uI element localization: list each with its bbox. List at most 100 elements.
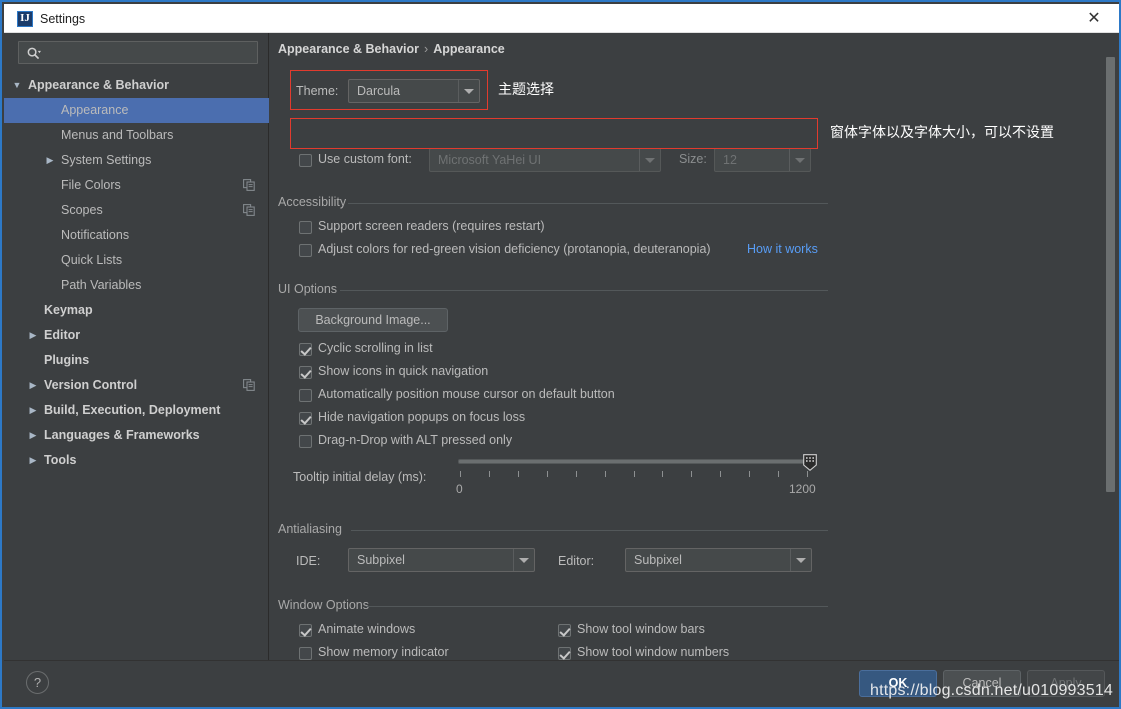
show-icons-quick-nav-checkbox[interactable]	[299, 366, 312, 379]
support-screen-readers-checkbox[interactable]	[299, 221, 312, 234]
sidebar-item-label: Notifications	[61, 228, 130, 242]
close-icon[interactable]: ✕	[1073, 4, 1115, 33]
chevron-down-icon	[789, 149, 810, 171]
chevron-down-icon[interactable]: ▼	[10, 73, 24, 98]
sidebar-item-menus-and-toolbars[interactable]: Menus and Toolbars	[4, 123, 269, 148]
sidebar-item-label: Scopes	[61, 203, 103, 217]
copy-settings-icon[interactable]	[243, 379, 255, 391]
editor-antialiasing-select[interactable]: Subpixel	[625, 548, 812, 572]
sidebar-item-appearance[interactable]: Appearance	[4, 98, 269, 123]
animate-windows-checkbox[interactable]	[299, 624, 312, 637]
ide-antialiasing-select[interactable]: Subpixel	[348, 548, 535, 572]
show-tool-window-numbers-checkbox[interactable]	[558, 647, 571, 660]
copy-settings-icon[interactable]	[243, 179, 255, 191]
breadcrumb-separator: ›	[424, 42, 429, 56]
cyclic-scrolling-checkbox[interactable]	[299, 343, 312, 356]
hide-nav-popups-label: Hide navigation popups on focus loss	[318, 410, 526, 424]
theme-select[interactable]: Darcula	[348, 79, 480, 103]
background-image-button[interactable]: Background Image...	[298, 308, 448, 332]
copy-settings-icon[interactable]	[243, 204, 255, 216]
sidebar-item-label: Quick Lists	[61, 253, 123, 267]
title-bar: IJ Settings ✕	[4, 4, 1119, 33]
show-memory-indicator-checkbox[interactable]	[299, 647, 312, 660]
tooltip-delay-slider-thumb[interactable]	[803, 454, 817, 471]
section-divider	[348, 203, 828, 204]
cyclic-scrolling-label: Cyclic scrolling in list	[318, 341, 433, 355]
slider-tick	[604, 471, 606, 477]
chevron-right-icon[interactable]: ▶	[43, 148, 57, 173]
sidebar-item-path-variables[interactable]: Path Variables	[4, 273, 269, 298]
slider-tick	[778, 471, 780, 477]
sidebar-item-file-colors[interactable]: File Colors	[4, 173, 269, 198]
show-icons-quick-nav-label: Show icons in quick navigation	[318, 364, 489, 378]
sidebar-item-scopes[interactable]: Scopes	[4, 198, 269, 223]
sidebar-item-build-execution-deployment[interactable]: ▶ Build, Execution, Deployment	[4, 398, 269, 423]
main-scrollbar[interactable]	[1105, 33, 1116, 664]
font-size-select[interactable]: 12	[714, 148, 811, 172]
font-size-value: 12	[723, 153, 737, 167]
tooltip-delay-label: Tooltip initial delay (ms):	[293, 470, 427, 484]
auto-position-cursor-label: Automatically position mouse cursor on d…	[318, 387, 615, 401]
sidebar-item-label: Menus and Toolbars	[61, 128, 174, 142]
sidebar-item-label: File Colors	[61, 178, 121, 192]
slider-tick	[460, 471, 461, 477]
slider-tick	[662, 471, 664, 477]
ide-antialiasing-label: IDE:	[296, 554, 321, 568]
sidebar-item-editor[interactable]: ▶ Editor	[4, 323, 269, 348]
help-icon[interactable]: ?	[26, 671, 49, 694]
how-it-works-link[interactable]: How it works	[747, 242, 818, 256]
tooltip-delay-slider[interactable]	[458, 459, 810, 464]
custom-font-select[interactable]: Microsoft YaHei UI	[429, 148, 661, 172]
use-custom-font-checkbox[interactable]	[299, 154, 312, 167]
editor-antialiasing-value: Subpixel	[634, 553, 682, 567]
sidebar-item-tools[interactable]: ▶ Tools	[4, 448, 269, 473]
hide-nav-popups-checkbox[interactable]	[299, 412, 312, 425]
search-icon	[27, 47, 41, 60]
sidebar-item-system-settings[interactable]: ▶ System Settings	[4, 148, 269, 173]
sidebar-item-appearance-behavior[interactable]: ▼ Appearance & Behavior	[4, 73, 269, 98]
auto-position-cursor-checkbox[interactable]	[299, 389, 312, 402]
chevron-right-icon[interactable]: ▶	[26, 323, 40, 348]
sidebar-item-languages-frameworks[interactable]: ▶ Languages & Frameworks	[4, 423, 269, 448]
support-screen-readers-label: Support screen readers (requires restart…	[318, 219, 545, 233]
theme-annotation-text: 主题选择	[498, 82, 554, 98]
theme-select-value: Darcula	[357, 84, 401, 98]
main-scrollbar-thumb[interactable]	[1106, 57, 1115, 492]
sidebar-item-label: Build, Execution, Deployment	[44, 403, 221, 417]
sidebar-item-label: Appearance & Behavior	[28, 78, 170, 92]
slider-tick	[749, 471, 751, 477]
drag-n-drop-alt-checkbox[interactable]	[299, 435, 312, 448]
sidebar-item-label: Editor	[44, 328, 81, 342]
search-box[interactable]	[18, 41, 258, 64]
chevron-right-icon[interactable]: ▶	[26, 448, 40, 473]
breadcrumb: Appearance & Behavior › Appearance	[278, 42, 505, 56]
chevron-right-icon[interactable]: ▶	[26, 398, 40, 423]
chevron-right-icon[interactable]: ▶	[26, 423, 40, 448]
sidebar-item-label: Keymap	[44, 303, 93, 317]
sidebar-item-notifications[interactable]: Notifications	[4, 223, 269, 248]
show-tool-window-bars-checkbox[interactable]	[558, 624, 571, 637]
sidebar-item-plugins[interactable]: Plugins	[4, 348, 269, 373]
sidebar-item-keymap[interactable]: Keymap	[4, 298, 269, 323]
search-input[interactable]	[47, 44, 247, 62]
settings-sidebar: ▼ Appearance & Behavior Appearance Menus an…	[4, 33, 269, 664]
slider-tick	[633, 471, 635, 477]
font-annotation-text: 窗体字体以及字体大小，可以不设置	[830, 125, 1054, 141]
adjust-colors-checkbox[interactable]	[299, 244, 312, 257]
sidebar-item-label: Path Variables	[61, 278, 142, 292]
sidebar-item-label: Appearance	[61, 103, 129, 117]
chevron-down-icon	[790, 549, 811, 571]
accessibility-title: Accessibility	[278, 195, 354, 209]
sidebar-item-label: Tools	[44, 453, 77, 467]
editor-antialiasing-label: Editor:	[558, 554, 595, 568]
show-memory-indicator-label: Show memory indicator	[318, 645, 449, 659]
sidebar-item-quick-lists[interactable]: Quick Lists	[4, 248, 269, 273]
breadcrumb-parent[interactable]: Appearance & Behavior	[278, 42, 419, 56]
sidebar-item-version-control[interactable]: ▶ Version Control	[4, 373, 269, 398]
breadcrumb-current: Appearance	[433, 42, 505, 56]
chevron-right-icon[interactable]: ▶	[26, 373, 40, 398]
slider-tick	[546, 471, 548, 477]
intellij-idea-icon-glyph: IJ	[20, 12, 30, 24]
adjust-colors-label: Adjust colors for red-green vision defic…	[318, 242, 711, 256]
slider-tick	[517, 471, 519, 477]
